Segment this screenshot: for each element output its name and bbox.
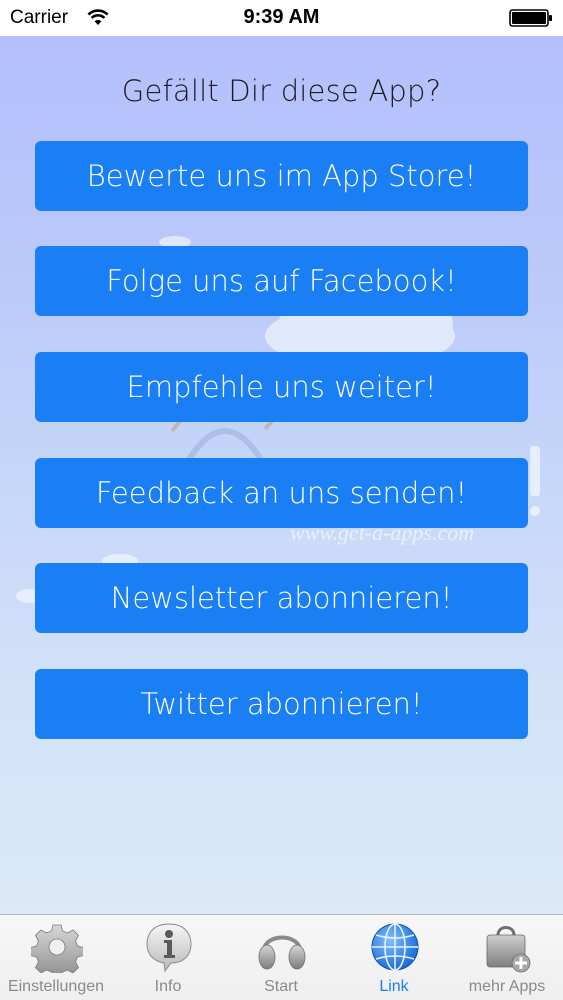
battery-icon (509, 9, 552, 27)
tab-label-mehr-apps: mehr Apps (468, 978, 546, 995)
send-feedback-button[interactable]: Feedback an uns senden! (35, 458, 528, 528)
recommend-button[interactable]: Empfehle uns weiter! (35, 352, 528, 422)
tab-einstellungen[interactable]: Einstellungen (0, 915, 112, 1000)
bag-plus-icon (486, 926, 531, 973)
content-area: www.get-a-apps.com Gefällt Dir diese App… (0, 36, 563, 914)
tab-bar: Einstellungen Info Start Link mehr Apps (0, 914, 563, 1000)
gear-icon (31, 924, 83, 973)
status-bar: Carrier 9:39 AM (0, 0, 563, 36)
globe-icon (371, 923, 419, 971)
status-time: 9:39 AM (243, 6, 320, 28)
twitter-subscribe-button[interactable]: Twitter abonnieren! (35, 669, 528, 739)
info-icon (146, 923, 192, 973)
newsletter-subscribe-button[interactable]: Newsletter abonnieren! (35, 563, 528, 633)
tab-start[interactable]: Start (225, 915, 337, 1000)
tab-link[interactable]: Link (338, 915, 450, 1000)
rate-app-store-button[interactable]: Bewerte uns im App Store! (35, 141, 528, 211)
headphones-icon (258, 935, 306, 970)
tab-label-link: Link (379, 978, 409, 995)
tab-mehr-apps[interactable]: mehr Apps (451, 915, 563, 1000)
tab-label-start: Start (264, 978, 298, 995)
follow-facebook-button[interactable]: Folge uns auf Facebook! (35, 246, 528, 316)
app-screen: Carrier 9:39 AM www.get-a-apps.com Gefäl… (0, 0, 563, 1000)
tab-label-info: Info (154, 978, 182, 995)
tab-info[interactable]: Info (112, 915, 224, 1000)
tab-label-einstellungen: Einstellungen (7, 978, 105, 995)
page-title: Gefällt Dir diese App? (121, 74, 442, 108)
